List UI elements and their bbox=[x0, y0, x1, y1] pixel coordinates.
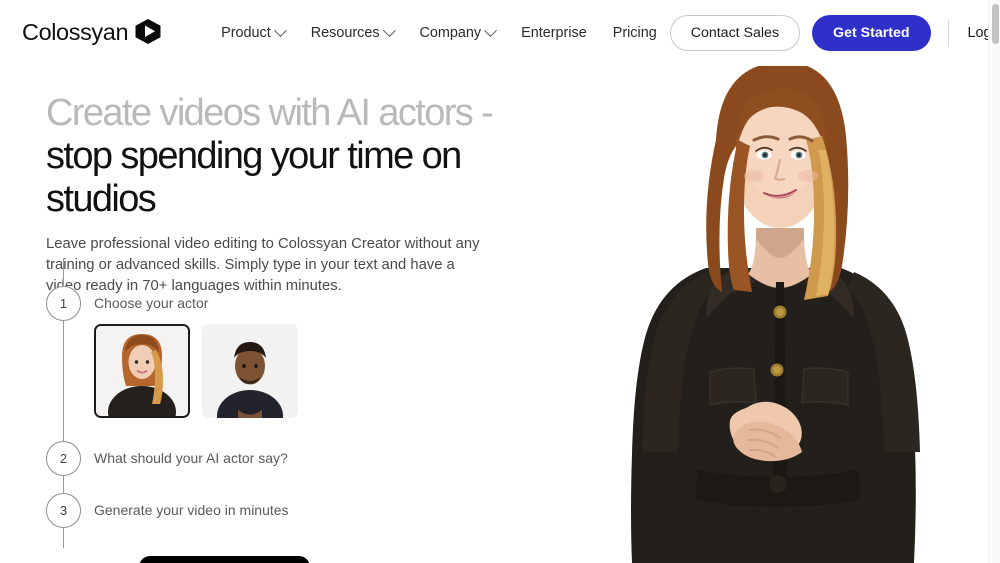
top-navigation-bar: Colossyan Product Resources Company Ente… bbox=[0, 0, 1000, 66]
step-2-number: 2 bbox=[59, 451, 68, 466]
nav-divider bbox=[947, 20, 949, 46]
headline-line-2: stop spending your time on studios bbox=[46, 135, 462, 220]
contact-sales-button[interactable]: Contact Sales bbox=[669, 15, 801, 51]
landing-page: Colossyan Product Resources Company Ente… bbox=[0, 0, 1000, 563]
step-1-label: Choose your actor bbox=[94, 295, 209, 311]
presenter-illustration bbox=[558, 0, 988, 563]
page-scrollbar[interactable] bbox=[988, 0, 1000, 563]
step-3-label: Generate your video in minutes bbox=[94, 502, 289, 518]
nav-actions: Contact Sales Get Started Log in bbox=[669, 15, 1000, 51]
scrollbar-thumb[interactable] bbox=[991, 4, 999, 44]
step-3-number: 3 bbox=[59, 503, 68, 518]
male-actor-image bbox=[202, 324, 298, 418]
get-started-button[interactable]: Get Started bbox=[812, 15, 931, 51]
male-actor-thumbnail[interactable] bbox=[202, 324, 298, 418]
chevron-down-icon bbox=[273, 23, 287, 37]
headline-line-1: Create videos with AI actors - bbox=[46, 92, 494, 134]
hexagon-play-icon bbox=[134, 18, 162, 49]
nav-item-product[interactable]: Product bbox=[208, 19, 298, 47]
generate-video-cta-button[interactable] bbox=[139, 556, 310, 563]
step-3-circle[interactable]: 3 bbox=[46, 493, 81, 528]
nav-item-company[interactable]: Company bbox=[407, 19, 509, 47]
nav-links: Product Resources Company Enterprise Pri… bbox=[208, 19, 670, 47]
nav-item-resources-label: Resources bbox=[310, 25, 380, 41]
actor-选择-row bbox=[94, 324, 298, 418]
nav-item-pricing[interactable]: Pricing bbox=[600, 19, 670, 47]
step-1-circle[interactable]: 1 bbox=[46, 286, 81, 321]
brand-logo[interactable]: Colossyan bbox=[22, 18, 162, 49]
step-2-label: What should your AI actor say? bbox=[94, 450, 288, 466]
chevron-down-icon bbox=[382, 23, 396, 37]
nav-item-enterprise-label: Enterprise bbox=[521, 25, 587, 41]
nav-item-company-label: Company bbox=[419, 25, 482, 41]
nav-item-enterprise[interactable]: Enterprise bbox=[508, 19, 600, 47]
step-1-number: 1 bbox=[59, 296, 68, 311]
nav-item-product-label: Product bbox=[221, 25, 271, 41]
page-title: Create videos with AI actors - stop spen… bbox=[46, 92, 546, 221]
ai-presenter-video-still bbox=[558, 0, 988, 563]
step-2-circle[interactable]: 2 bbox=[46, 441, 81, 476]
chevron-down-icon bbox=[484, 23, 497, 37]
female-actor-thumbnail[interactable] bbox=[94, 324, 190, 418]
nav-item-resources[interactable]: Resources bbox=[298, 19, 407, 47]
brand-name: Colossyan bbox=[22, 19, 129, 46]
female-actor-image bbox=[96, 326, 188, 416]
nav-item-pricing-label: Pricing bbox=[612, 25, 657, 41]
steps-timeline: 1 Choose your actor 2 What should your A… bbox=[46, 258, 546, 563]
